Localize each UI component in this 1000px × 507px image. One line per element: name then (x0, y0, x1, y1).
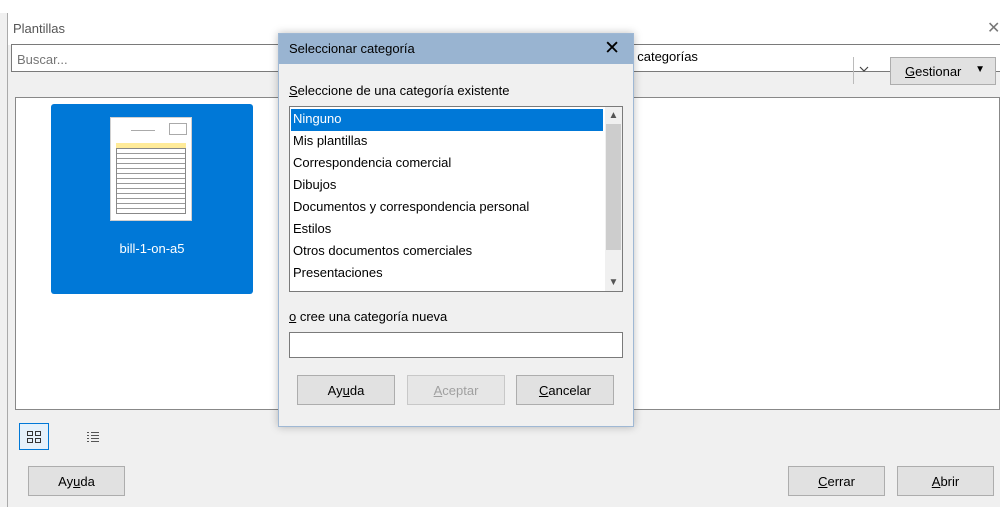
category-item[interactable]: Presentaciones (291, 263, 603, 285)
search-input[interactable] (12, 45, 262, 73)
dialog-title-bar: Seleccionar categoría ✕ (279, 34, 633, 64)
scroll-down-icon[interactable]: ▼ (605, 274, 622, 291)
new-category-input[interactable] (290, 333, 614, 357)
chevron-down-icon (859, 66, 869, 72)
category-filter-value[interactable]: ; categorías (630, 49, 698, 64)
accept-button[interactable]: Aceptar (407, 375, 505, 405)
template-name: bill-1-on-a5 (119, 241, 185, 256)
category-item[interactable]: Dibujos (291, 175, 603, 197)
dialog-title: Seleccionar categoría (289, 41, 415, 56)
manage-label: estionar (915, 64, 962, 79)
list-view-icon (87, 431, 99, 442)
scroll-up-icon[interactable]: ▲ (605, 107, 622, 124)
new-category-field[interactable] (289, 332, 623, 358)
category-list-scrollbar[interactable]: ▲ ▼ (605, 107, 622, 291)
category-item[interactable]: Estilos (291, 219, 603, 241)
list-view-button[interactable] (78, 423, 108, 450)
dropdown-arrow-icon: ▼ (975, 64, 985, 75)
window-close-icon[interactable]: ✕ (987, 18, 1000, 38)
close-icon[interactable]: ✕ (604, 37, 620, 60)
grid-view-icon (27, 430, 41, 443)
select-category-dialog: Seleccionar categoría ✕ Seleccione de un… (278, 33, 634, 427)
category-item[interactable]: Mis plantillas (291, 131, 603, 153)
category-list[interactable]: Ninguno Mis plantillas Correspondencia c… (289, 106, 623, 292)
category-item[interactable]: Documentos y correspondencia personal (291, 197, 603, 219)
cancel-button[interactable]: Cancelar (516, 375, 614, 405)
close-button[interactable]: Cerrar (788, 466, 885, 496)
dialog-help-button[interactable]: Ay u da (297, 375, 395, 405)
scrollbar-thumb[interactable] (606, 124, 621, 250)
new-category-label: o cree una categoría nueva (289, 309, 448, 324)
top-strip (0, 0, 1000, 13)
open-button[interactable]: Abrir (897, 466, 994, 496)
existing-category-label: Seleccione de una categoría existente (289, 83, 510, 98)
thumbnail-view-button[interactable] (19, 423, 49, 450)
manage-mnemonic: G (905, 64, 916, 79)
category-filter-dropdown[interactable] (853, 57, 875, 84)
category-item[interactable]: Ninguno (291, 109, 603, 131)
category-item[interactable]: Otros documentos comerciales (291, 241, 603, 263)
window-title: Plantillas (13, 21, 66, 36)
help-button[interactable]: Ay u da (28, 466, 125, 496)
template-thumbnail (110, 117, 192, 221)
category-item[interactable]: Correspondencia comercial (291, 153, 603, 175)
manage-button[interactable]: Gestionar ▼ (890, 57, 996, 85)
